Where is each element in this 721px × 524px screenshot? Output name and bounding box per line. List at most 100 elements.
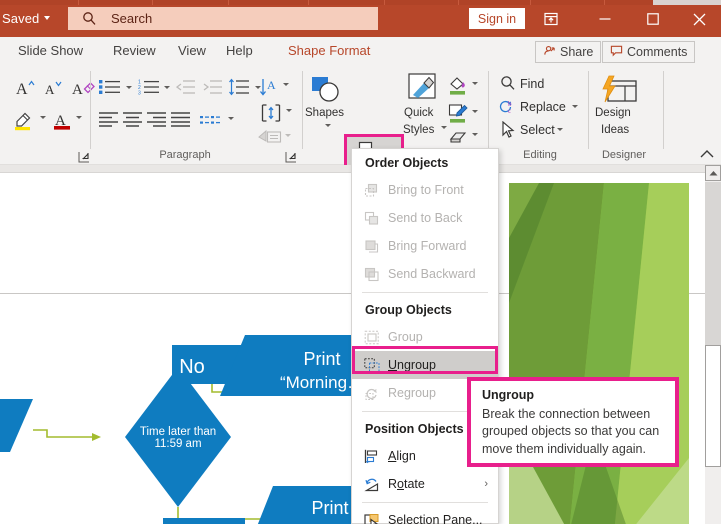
text-direction-icon[interactable]: A	[258, 77, 280, 102]
align-text-vertical-icon[interactable]	[260, 103, 282, 128]
find-label[interactable]: Find	[520, 77, 544, 91]
select-dropdown-caret[interactable]	[557, 128, 563, 131]
search-icon	[82, 11, 97, 26]
menu-item-send-to-back[interactable]: Send to Back	[352, 204, 498, 232]
chevron-up-icon[interactable]	[699, 147, 715, 161]
svg-text:Print: Print	[311, 498, 348, 518]
vertical-scrollbar[interactable]	[705, 165, 721, 524]
scrollbar-track[interactable]	[705, 182, 721, 345]
increase-indent-icon	[203, 79, 223, 100]
font-color-dropdown-caret[interactable]	[76, 116, 82, 119]
ribbon-display-options-button[interactable]	[532, 5, 570, 33]
bullets-icon[interactable]	[99, 79, 121, 100]
shapes-icon	[310, 75, 342, 110]
numbering-dropdown-caret[interactable]	[164, 86, 170, 89]
minimize-icon[interactable]	[586, 5, 624, 33]
shape-outline-dropdown-caret[interactable]	[472, 110, 478, 113]
shape-fill-icon[interactable]	[448, 75, 468, 102]
arrange-dropdown-menu[interactable]: Order Objects Bring to Front Send to Bac…	[351, 148, 499, 524]
shape-outline-icon[interactable]	[448, 103, 468, 130]
group-label-editing: Editing	[523, 149, 557, 161]
shape-fill-dropdown-caret[interactable]	[472, 82, 478, 85]
design-ideas-icon	[601, 75, 639, 110]
find-search-icon	[500, 75, 516, 96]
chevron-right-icon: ›	[484, 478, 488, 490]
shapes-dropdown-caret[interactable]	[325, 124, 331, 127]
tooltip-title: Ungroup	[482, 388, 535, 402]
align-text-dropdown-caret[interactable]	[286, 109, 292, 112]
design-ideas-label-line2[interactable]: Ideas	[601, 124, 629, 136]
menu-item-label: Ungroup	[388, 358, 436, 372]
search-input[interactable]: Search	[68, 7, 378, 30]
menu-item-rotate[interactable]: Rotate ›	[352, 470, 498, 498]
menu-item-selection-pane[interactable]: Selection Pane...	[352, 506, 498, 524]
rotate-objects-icon	[361, 475, 383, 493]
tab-view[interactable]: View	[178, 43, 206, 58]
comment-bubble-icon	[610, 44, 623, 60]
text-highlight-color-icon[interactable]	[12, 109, 36, 136]
selection-pane-icon	[361, 511, 383, 524]
ungroup-icon	[361, 356, 383, 374]
svg-text:A: A	[16, 81, 28, 98]
menu-item-label: Regroup	[388, 386, 436, 400]
quick-styles-label-line2[interactable]: Styles	[403, 124, 434, 136]
menu-item-ungroup[interactable]: Ungroup	[352, 351, 498, 379]
quick-styles-label-line1[interactable]: Quick	[404, 107, 433, 119]
maximize-icon[interactable]	[634, 5, 672, 33]
align-left-icon[interactable]	[99, 111, 119, 132]
menu-header-group-objects: Group Objects	[365, 303, 452, 317]
replace-label[interactable]: Replace	[520, 100, 566, 114]
svg-text:Print: Print	[303, 349, 340, 369]
columns-dropdown-caret[interactable]	[228, 117, 234, 120]
tab-help[interactable]: Help	[226, 43, 253, 58]
replace-dropdown-caret[interactable]	[572, 105, 578, 108]
svg-text:A: A	[45, 82, 55, 97]
menu-item-send-backward[interactable]: Send Backward	[352, 260, 498, 288]
decrease-indent-icon	[175, 79, 196, 100]
design-ideas-label-line1[interactable]: Design	[595, 107, 631, 119]
bullets-dropdown-caret[interactable]	[126, 86, 132, 89]
powerpoint-window: Saved Search Sign in Slide Show Review V…	[0, 0, 721, 524]
clear-formatting-icon[interactable]: A	[72, 77, 96, 104]
columns-icon[interactable]	[200, 114, 222, 132]
line-spacing-icon[interactable]	[228, 78, 250, 101]
send-to-back-icon	[361, 209, 383, 227]
select-label[interactable]: Select	[520, 123, 555, 137]
tab-shape-format[interactable]: Shape Format	[288, 43, 370, 58]
quick-styles-dropdown-caret[interactable]	[441, 126, 447, 129]
numbering-icon[interactable]: 123	[138, 79, 160, 100]
comments-button[interactable]: Comments	[602, 41, 696, 63]
menu-item-bring-to-front[interactable]: Bring to Front	[352, 176, 498, 204]
align-center-icon[interactable]	[123, 111, 143, 132]
tab-review[interactable]: Review	[113, 43, 156, 58]
font-dialog-launcher[interactable]	[78, 150, 90, 163]
tab-slide-show[interactable]: Slide Show	[18, 43, 83, 58]
share-button[interactable]: Share	[535, 41, 602, 63]
shapes-label[interactable]: Shapes	[305, 107, 344, 119]
menu-divider	[362, 502, 488, 503]
shape-effects-dropdown-caret[interactable]	[472, 133, 478, 136]
caret-down-icon[interactable]	[44, 16, 50, 20]
scroll-up-arrow-icon[interactable]	[705, 165, 721, 181]
sign-in-button[interactable]: Sign in	[469, 8, 525, 29]
menu-item-group[interactable]: Group	[352, 323, 498, 351]
justify-icon[interactable]	[171, 111, 191, 132]
group-label-paragraph: Paragraph	[159, 149, 211, 161]
saved-status-label[interactable]: Saved	[2, 11, 39, 26]
align-right-icon[interactable]	[147, 111, 167, 132]
quick-styles-brush-icon	[408, 73, 440, 108]
text-direction-dropdown-caret[interactable]	[283, 83, 289, 86]
decrease-font-size-icon[interactable]: A	[42, 77, 64, 104]
vertical-scroll-thumb[interactable]	[705, 345, 721, 467]
close-icon[interactable]	[680, 5, 718, 33]
menu-item-bring-forward[interactable]: Bring Forward	[352, 232, 498, 260]
font-color-icon[interactable]: A	[52, 109, 74, 136]
title-bar: Saved Search Sign in	[0, 0, 721, 37]
group-icon	[361, 328, 383, 346]
share-label: Share	[560, 45, 594, 59]
svg-text:Time later than: Time later than	[140, 426, 216, 438]
increase-font-size-icon[interactable]: A	[14, 77, 36, 104]
paragraph-dialog-launcher[interactable]	[285, 150, 297, 163]
menu-item-label: Send to Back	[388, 211, 463, 225]
highlight-dropdown-caret[interactable]	[40, 116, 46, 119]
